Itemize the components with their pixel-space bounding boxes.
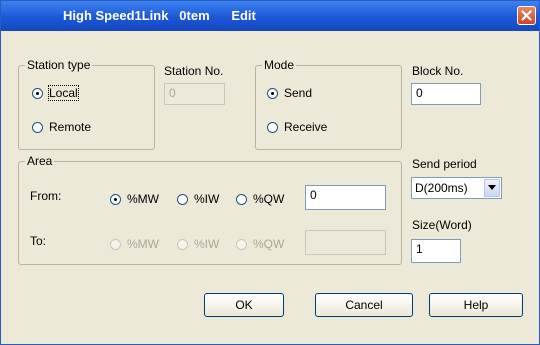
radio-from-mw-dot[interactable]: [110, 193, 121, 205]
close-icon: [521, 10, 532, 21]
radio-to-iw[interactable]: %IW: [177, 237, 219, 251]
mode-legend: Mode: [264, 58, 295, 72]
mode-group: Mode: [255, 58, 402, 150]
radio-to-qw-dot[interactable]: [236, 238, 247, 250]
radio-to-qw-label: %QW: [253, 237, 285, 251]
radio-receive-label: Receive: [284, 120, 328, 134]
radio-from-qw-label: %QW: [253, 192, 285, 206]
size-label: Size(Word): [412, 218, 472, 232]
radio-to-iw-dot[interactable]: [177, 238, 188, 250]
to-label: To:: [30, 234, 47, 248]
radio-to-mw-dot[interactable]: [110, 238, 121, 250]
help-button[interactable]: Help: [429, 293, 523, 317]
to-address-field[interactable]: [305, 230, 386, 255]
size-field[interactable]: 1: [411, 239, 461, 263]
radio-remote-dot[interactable]: [32, 121, 43, 133]
title-bar[interactable]: High Speed1Link 0tem Edit: [1, 1, 539, 31]
station-type-legend: Station type: [27, 58, 91, 72]
radio-receive[interactable]: Receive: [267, 120, 327, 134]
window-title: High Speed1Link 0tem Edit: [63, 8, 256, 23]
ok-button[interactable]: OK: [204, 293, 284, 317]
send-period-select[interactable]: D(200ms): [411, 177, 502, 199]
radio-receive-dot[interactable]: [267, 121, 278, 133]
area-legend: Area: [27, 154, 53, 168]
dialog-body: Station type Local Remote Station No. 0 …: [4, 31, 536, 341]
radio-from-iw-label: %IW: [194, 192, 220, 206]
radio-send-label: Send: [284, 86, 313, 100]
radio-send-dot[interactable]: [267, 87, 278, 99]
close-button[interactable]: [517, 6, 536, 25]
radio-local-label: Local: [48, 85, 79, 101]
station-type-group: Station type: [18, 58, 155, 150]
cancel-button[interactable]: Cancel: [315, 293, 413, 317]
radio-from-mw[interactable]: %MW: [110, 192, 159, 206]
from-label: From:: [30, 189, 62, 203]
radio-to-qw[interactable]: %QW: [236, 237, 284, 251]
radio-from-qw-dot[interactable]: [236, 193, 247, 205]
radio-local-dot[interactable]: [32, 87, 43, 99]
send-period-label: Send period: [412, 157, 477, 171]
radio-from-qw[interactable]: %QW: [236, 192, 284, 206]
dialog-window: High Speed1Link 0tem Edit Station type L…: [0, 0, 540, 345]
station-no-field[interactable]: 0: [164, 83, 225, 105]
radio-to-iw-label: %IW: [194, 237, 220, 251]
radio-local[interactable]: Local: [32, 85, 79, 101]
from-address-field[interactable]: 0: [305, 185, 386, 210]
radio-remote[interactable]: Remote: [32, 120, 91, 134]
radio-from-mw-label: %MW: [127, 192, 159, 206]
radio-from-iw-dot[interactable]: [177, 193, 188, 205]
chevron-down-icon: [488, 185, 496, 190]
send-period-dropdown-button[interactable]: [484, 179, 500, 197]
send-period-value: D(200ms): [415, 181, 468, 195]
radio-remote-label: Remote: [49, 120, 92, 134]
block-no-label: Block No.: [412, 64, 464, 78]
block-no-field[interactable]: 0: [411, 83, 481, 105]
radio-from-iw[interactable]: %IW: [177, 192, 219, 206]
radio-send[interactable]: Send: [267, 86, 312, 100]
radio-to-mw[interactable]: %MW: [110, 237, 159, 251]
station-no-label: Station No.: [164, 64, 224, 78]
radio-to-mw-label: %MW: [127, 237, 159, 251]
